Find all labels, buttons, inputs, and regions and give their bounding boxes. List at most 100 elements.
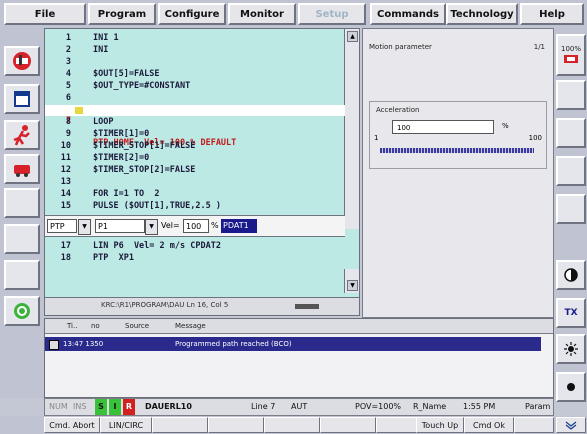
window-button[interactable] xyxy=(4,84,40,114)
menu-technology[interactable]: Technology xyxy=(446,3,518,25)
run-button[interactable] xyxy=(4,120,40,150)
scroll-down-button[interactable] xyxy=(556,417,586,433)
panel-title: Motion parameter xyxy=(369,43,432,51)
code-line: 4 $OUT[5]=FALSE xyxy=(65,69,160,79)
softkey-3[interactable] xyxy=(152,417,208,433)
ins-indicator: INS xyxy=(73,402,87,411)
code-line: 13 xyxy=(60,177,71,187)
override-button[interactable]: 100% xyxy=(556,34,586,76)
submit-status: S xyxy=(95,399,107,415)
message-window: Ti.. no Source Message 13:47 1350 Progra… xyxy=(44,318,554,398)
right-button-3[interactable] xyxy=(556,118,586,148)
sun-icon xyxy=(564,342,578,356)
program-editor[interactable]: ▲ 1 INI 1 2 INI 3 4 $OUT[5]=FALSE 5 $OUT_TYP… xyxy=(44,28,360,316)
header-message: Message xyxy=(175,322,206,330)
header-no: no xyxy=(91,322,100,330)
code-line: 8 LOOP xyxy=(65,117,114,127)
contrast-button[interactable] xyxy=(556,260,586,290)
acceleration-group: Acceleration 100 % 1 100 xyxy=(369,101,547,169)
menu-commands[interactable]: Commands xyxy=(370,3,446,25)
code-line: 3 xyxy=(65,57,71,67)
velocity-input[interactable]: 100 xyxy=(183,219,209,233)
right-toolbar: 100% TX xyxy=(554,28,587,402)
robot-arm-icon xyxy=(13,52,31,70)
scroll-down-icon[interactable]: ▼ xyxy=(347,280,358,291)
editor-status: KRC:\R1\PROGRAM\DAU Ln 16, Col 5 xyxy=(45,297,359,315)
vel-unit: % xyxy=(211,221,219,230)
data-set-input[interactable]: PDAT1 xyxy=(221,219,257,233)
code-line: 6 xyxy=(65,93,71,103)
line-indicator: Line 7 xyxy=(251,402,276,411)
cmd-ok-button[interactable]: Cmd Ok xyxy=(464,417,514,433)
menu-bar: File Program Configure Monitor Setup Com… xyxy=(0,0,587,28)
stop-car-icon xyxy=(14,165,30,177)
stop-button[interactable] xyxy=(4,154,40,184)
dot-icon xyxy=(567,383,575,391)
chevron-down-icon[interactable]: ▼ xyxy=(78,219,91,235)
code-line: 2 INI xyxy=(65,45,109,55)
code-line: 10 $TIMER_STOP[1]=FALSE xyxy=(60,141,196,151)
sidebar-empty-1[interactable] xyxy=(4,188,40,218)
message-header: Ti.. no Source Message xyxy=(45,319,553,334)
double-chevron-icon xyxy=(565,421,577,430)
editor-scrollbar-lower[interactable]: ▼ xyxy=(344,269,359,293)
cursor-arrow-icon xyxy=(75,107,83,114)
contrast-icon xyxy=(564,268,578,282)
power-button[interactable] xyxy=(4,296,40,326)
scroll-up-icon[interactable]: ▲ xyxy=(347,31,358,42)
lin-circ-button[interactable]: LIN/CIRC xyxy=(100,417,152,433)
code-line-selected[interactable]: 7 PTP HOME Vel= 100 % DEFAULT xyxy=(45,105,345,148)
code-line: 18 PTP XP1 xyxy=(60,253,134,263)
tx-button[interactable]: TX xyxy=(556,298,586,328)
menu-file[interactable]: File xyxy=(4,3,86,25)
param-indicator: Param xyxy=(525,402,551,411)
sidebar-empty-2[interactable] xyxy=(4,224,40,254)
right-button-4[interactable] xyxy=(556,156,586,186)
motion-type-select[interactable]: PTP xyxy=(47,219,77,233)
slider-min: 1 xyxy=(374,134,379,142)
header-time: Ti.. xyxy=(67,322,78,330)
acceleration-label: Acceleration xyxy=(376,106,420,114)
cmd-abort-button[interactable]: Cmd. Abort xyxy=(44,417,100,433)
softkey-6[interactable] xyxy=(320,417,376,433)
num-indicator: NUM xyxy=(49,402,68,411)
code-line: 14 FOR I=1 TO 2 xyxy=(60,189,160,199)
interpreter-status: I xyxy=(109,399,121,415)
menu-program[interactable]: Program xyxy=(88,3,156,25)
acceleration-input[interactable]: 100 xyxy=(392,120,494,134)
right-button-5[interactable] xyxy=(556,194,586,224)
header-source: Source xyxy=(125,322,150,330)
chevron-down-icon[interactable]: ▼ xyxy=(145,219,158,235)
menu-setup[interactable]: Setup xyxy=(298,3,366,25)
mode-indicator: AUT xyxy=(291,402,308,411)
message-time: 13:47 1350 xyxy=(63,340,104,348)
code-line: 12 $TIMER_STOP[2]=FALSE xyxy=(60,165,196,175)
message-row[interactable]: 13:47 1350 Programmed path reached (BCO) xyxy=(45,337,541,351)
softkey-5[interactable] xyxy=(264,417,320,433)
menu-help[interactable]: Help xyxy=(520,3,584,25)
motion-parameter-panel: Motion parameter 1/1 Acceleration 100 % … xyxy=(362,28,554,318)
point-name-input[interactable]: P1 xyxy=(95,219,145,233)
dot-button[interactable] xyxy=(556,372,586,402)
menu-configure[interactable]: Configure xyxy=(158,3,226,25)
touch-up-button[interactable]: Touch Up xyxy=(416,417,464,433)
message-icon xyxy=(49,340,59,350)
pov-indicator: POV=100% xyxy=(355,402,402,411)
code-line: 15 PULSE ($OUT[1],TRUE,2.5 ) xyxy=(60,201,221,211)
softkey-10[interactable] xyxy=(514,417,554,433)
menu-monitor[interactable]: Monitor xyxy=(228,3,296,25)
editor-scrollbar[interactable]: ▲ xyxy=(344,29,359,229)
acceleration-slider[interactable] xyxy=(380,148,534,153)
brightness-button[interactable] xyxy=(556,334,586,364)
program-name: DAUERL10 xyxy=(145,402,192,411)
softkey-bar: Cmd. Abort LIN/CIRC Touch Up Cmd Ok xyxy=(0,416,587,434)
robot-name: R_Name xyxy=(413,402,447,411)
right-button-2[interactable] xyxy=(556,80,586,110)
robot-arm-button[interactable] xyxy=(4,46,40,76)
code-line: 9 $TIMER[1]=0 xyxy=(65,129,150,139)
acceleration-unit: % xyxy=(502,122,509,130)
window-icon xyxy=(14,91,30,107)
softkey-4[interactable] xyxy=(208,417,264,433)
code-line: 5 $OUT_TYPE=#CONSTANT xyxy=(65,81,191,91)
sidebar-empty-3[interactable] xyxy=(4,260,40,290)
